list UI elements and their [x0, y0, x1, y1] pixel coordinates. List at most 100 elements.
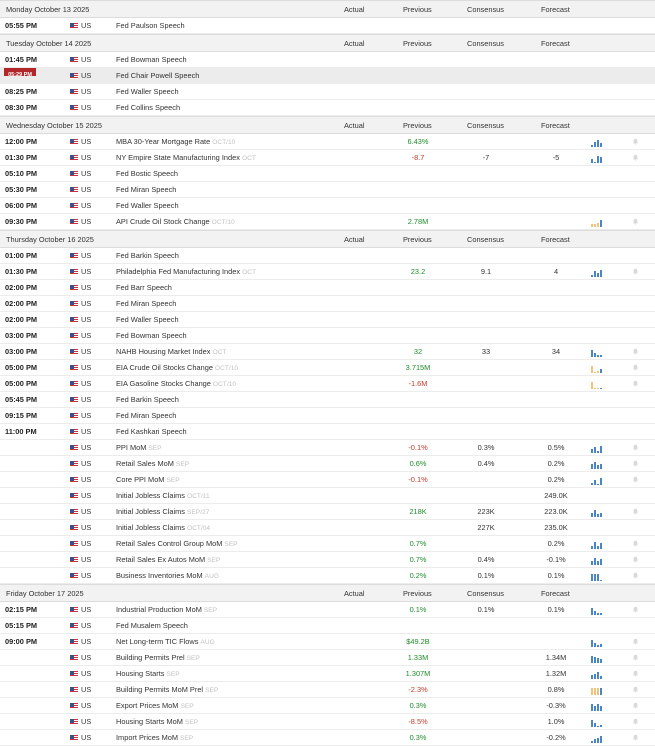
event-title[interactable]: Initial Jobless Claims	[116, 507, 185, 516]
event-row[interactable]: US Retail Sales Ex Autos MoM SEP 0.7% 0.4…	[0, 552, 655, 568]
mini-chart-icon[interactable]	[591, 347, 611, 357]
event-title[interactable]: Business Inventories MoM	[116, 571, 203, 580]
event-row[interactable]: 01:00 PM US Fed Barkin Speech	[0, 248, 655, 264]
event-name[interactable]: MBA 30-Year Mortgage Rate OCT/10	[116, 134, 235, 150]
event-name[interactable]: Initial Jobless Claims OCT/04	[116, 520, 210, 536]
reminder-button[interactable]	[632, 606, 639, 613]
event-row[interactable]: US Initial Jobless Claims SEP/27 218K 223…	[0, 504, 655, 520]
event-row[interactable]: 05:29 PM US Fed Chair Powell Speech	[0, 68, 655, 84]
event-name[interactable]: Building Permits Prel SEP	[116, 650, 200, 666]
event-title[interactable]: Industrial Production MoM	[116, 605, 202, 614]
event-name[interactable]: PPI MoM SEP	[116, 440, 162, 456]
event-row[interactable]: US Retail Sales Control Group MoM SEP 0.7…	[0, 536, 655, 552]
mini-chart-icon[interactable]	[591, 555, 611, 565]
reminder-button[interactable]	[632, 154, 639, 161]
event-name[interactable]: Industrial Production MoM SEP	[116, 602, 217, 618]
event-name[interactable]: Fed Waller Speech	[116, 198, 181, 214]
event-row[interactable]: US Housing Starts MoM SEP -8.5% 1.0%	[0, 714, 655, 730]
event-row[interactable]: US Housing Starts SEP 1.307M 1.32M	[0, 666, 655, 682]
mini-chart-icon[interactable]	[591, 701, 611, 711]
event-title[interactable]: Philadelphia Fed Manufacturing Index	[116, 267, 240, 276]
event-row[interactable]: US Export Prices MoM SEP 0.3% -0.3%	[0, 698, 655, 714]
event-row[interactable]: US Building Permits MoM Prel SEP -2.3% 0.…	[0, 682, 655, 698]
bell-icon[interactable]	[632, 540, 639, 547]
event-name[interactable]: Fed Collins Speech	[116, 100, 182, 116]
bell-icon[interactable]	[632, 670, 639, 677]
bell-icon[interactable]	[632, 444, 639, 451]
event-row[interactable]: 05:00 PM US EIA Gasoline Stocks Change OC…	[0, 376, 655, 392]
event-row[interactable]: US Import Prices MoM SEP 0.3% -0.2%	[0, 730, 655, 746]
event-title[interactable]: Housing Starts MoM	[116, 717, 183, 726]
event-row[interactable]: 02:00 PM US Fed Barr Speech	[0, 280, 655, 296]
reminder-button[interactable]	[632, 654, 639, 661]
mini-chart-icon[interactable]	[591, 717, 611, 727]
event-row[interactable]: 08:30 PM US Fed Collins Speech	[0, 100, 655, 116]
event-name[interactable]: Fed Waller Speech	[116, 312, 181, 328]
event-name[interactable]: Fed Kashkari Speech	[116, 424, 189, 440]
event-title[interactable]: Fed Miran Speech	[116, 411, 176, 420]
event-name[interactable]: Fed Bostic Speech	[116, 166, 180, 182]
event-name[interactable]: NY Empire State Manufacturing Index OCT	[116, 150, 256, 166]
event-name[interactable]: Business Inventories MoM AUG	[116, 568, 219, 584]
event-row[interactable]: 02:00 PM US Fed Waller Speech	[0, 312, 655, 328]
mini-chart-icon[interactable]	[591, 475, 611, 485]
reminder-button[interactable]	[632, 476, 639, 483]
event-title[interactable]: NAHB Housing Market Index	[116, 347, 210, 356]
event-title[interactable]: Fed Bostic Speech	[116, 169, 178, 178]
reminder-button[interactable]	[632, 348, 639, 355]
bell-icon[interactable]	[632, 556, 639, 563]
event-name[interactable]: Fed Barkin Speech	[116, 248, 181, 264]
event-name[interactable]: Fed Chair Powell Speech	[116, 68, 201, 84]
event-title[interactable]: Net Long-term TIC Flows	[116, 637, 198, 646]
reminder-button[interactable]	[632, 444, 639, 451]
event-name[interactable]: Housing Starts SEP	[116, 666, 180, 682]
event-row[interactable]: 05:55 PM US Fed Paulson Speech	[0, 18, 655, 34]
event-name[interactable]: Fed Miran Speech	[116, 408, 178, 424]
event-title[interactable]: Fed Miran Speech	[116, 185, 176, 194]
mini-chart-icon[interactable]	[591, 459, 611, 469]
event-row[interactable]: 03:00 PM US NAHB Housing Market Index OCT…	[0, 344, 655, 360]
mini-chart-icon[interactable]	[591, 637, 611, 647]
reminder-button[interactable]	[632, 540, 639, 547]
event-title[interactable]: API Crude Oil Stock Change	[116, 217, 210, 226]
bell-icon[interactable]	[632, 348, 639, 355]
event-row[interactable]: 02:15 PM US Industrial Production MoM SEP…	[0, 602, 655, 618]
event-name[interactable]: Retail Sales Control Group MoM SEP	[116, 536, 238, 552]
event-title[interactable]: Core PPI MoM	[116, 475, 164, 484]
event-name[interactable]: Fed Waller Speech	[116, 84, 181, 100]
event-name[interactable]: Philadelphia Fed Manufacturing Index OCT	[116, 264, 256, 280]
event-title[interactable]: Building Permits Prel	[116, 653, 185, 662]
mini-chart-icon[interactable]	[591, 379, 611, 389]
event-row[interactable]: 08:25 PM US Fed Waller Speech	[0, 84, 655, 100]
mini-chart-icon[interactable]	[591, 363, 611, 373]
reminder-button[interactable]	[632, 572, 639, 579]
event-title[interactable]: Building Permits MoM Prel	[116, 685, 203, 694]
bell-icon[interactable]	[632, 364, 639, 371]
mini-chart-icon[interactable]	[591, 217, 611, 227]
event-title[interactable]: Fed Waller Speech	[116, 315, 179, 324]
event-title[interactable]: Housing Starts	[116, 669, 164, 678]
event-row[interactable]: 01:30 PM US Philadelphia Fed Manufacturi…	[0, 264, 655, 280]
event-title[interactable]: Fed Barkin Speech	[116, 395, 179, 404]
mini-chart-icon[interactable]	[591, 669, 611, 679]
event-row[interactable]: 01:45 PM US Fed Bowman Speech	[0, 52, 655, 68]
reminder-button[interactable]	[632, 380, 639, 387]
event-name[interactable]: Fed Miran Speech	[116, 182, 178, 198]
event-title[interactable]: EIA Gasoline Stocks Change	[116, 379, 211, 388]
event-title[interactable]: NY Empire State Manufacturing Index	[116, 153, 240, 162]
event-row[interactable]: 02:00 PM US Fed Miran Speech	[0, 296, 655, 312]
event-title[interactable]: Initial Jobless Claims	[116, 491, 185, 500]
event-title[interactable]: Fed Collins Speech	[116, 103, 180, 112]
event-row[interactable]: US Building Permits Prel SEP 1.33M 1.34M	[0, 650, 655, 666]
event-title[interactable]: Fed Chair Powell Speech	[116, 71, 199, 80]
event-row[interactable]: 06:00 PM US Fed Waller Speech	[0, 198, 655, 214]
event-title[interactable]: Fed Miran Speech	[116, 299, 176, 308]
bell-icon[interactable]	[632, 476, 639, 483]
event-row[interactable]: US Core PPI MoM SEP -0.1% 0.2%	[0, 472, 655, 488]
mini-chart-icon[interactable]	[591, 507, 611, 517]
event-name[interactable]: Fed Barkin Speech	[116, 392, 181, 408]
event-row[interactable]: US Business Inventories MoM AUG 0.2% 0.1%…	[0, 568, 655, 584]
reminder-button[interactable]	[632, 268, 639, 275]
event-title[interactable]: Export Prices MoM	[116, 701, 178, 710]
event-row[interactable]: US PPI MoM SEP -0.1% 0.3% 0.5%	[0, 440, 655, 456]
